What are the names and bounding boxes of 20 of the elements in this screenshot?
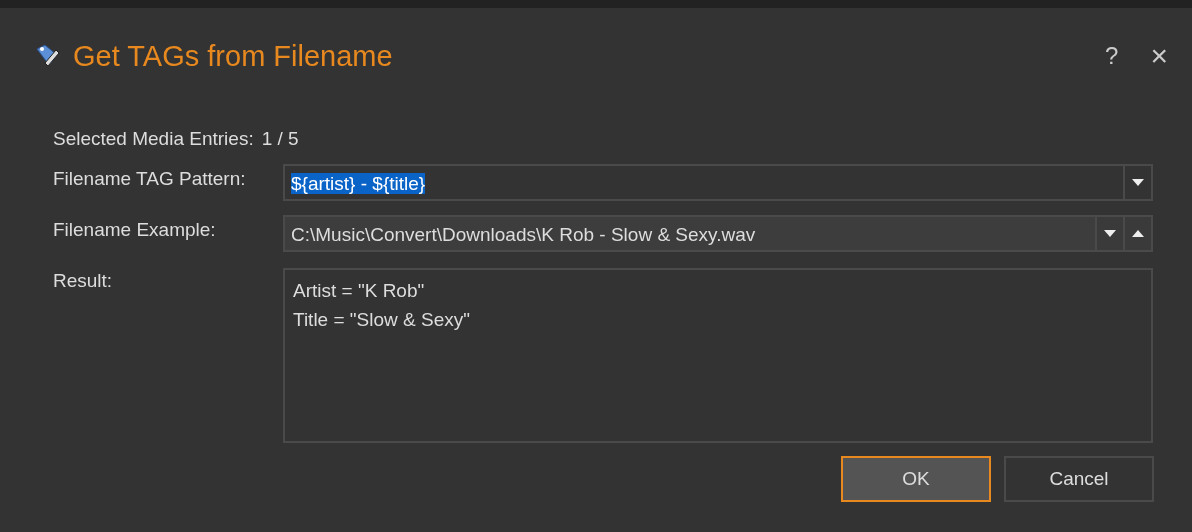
window-title: Get TAGs from Filename [73, 39, 393, 73]
ok-button[interactable]: OK [841, 456, 991, 502]
result-line: Artist = "K Rob" [293, 279, 426, 303]
field-label: Selected Media Entries: [53, 128, 254, 151]
result-line: Title = "Slow & Sexy" [293, 308, 471, 332]
pattern-text: ${artist} - ${title} [291, 173, 426, 194]
pattern-field[interactable]: ${artist} - ${title} [283, 164, 1153, 201]
tag-pen-icon [35, 43, 61, 69]
cancel-button[interactable]: Cancel [1004, 456, 1154, 502]
example-text: C:\Music\Convert\Downloads\K Rob - Slow & Sexy.wav [290, 223, 757, 247]
entries-count: 1 / 5 [261, 128, 299, 151]
close-button[interactable]: × [1140, 39, 1178, 73]
field-label: Filename Example: [53, 218, 217, 242]
help-button[interactable]: ? [1095, 42, 1129, 70]
field-label: Result: [53, 269, 114, 293]
example-field[interactable]: C:\Music\Convert\Downloads\K Rob - Slow & Sexy.wav [283, 215, 1153, 252]
caret-down-icon [1104, 230, 1116, 237]
caret-down-icon [1132, 179, 1144, 186]
caret-up-icon [1132, 230, 1144, 237]
field-label: Filename TAG Pattern: [53, 167, 247, 191]
